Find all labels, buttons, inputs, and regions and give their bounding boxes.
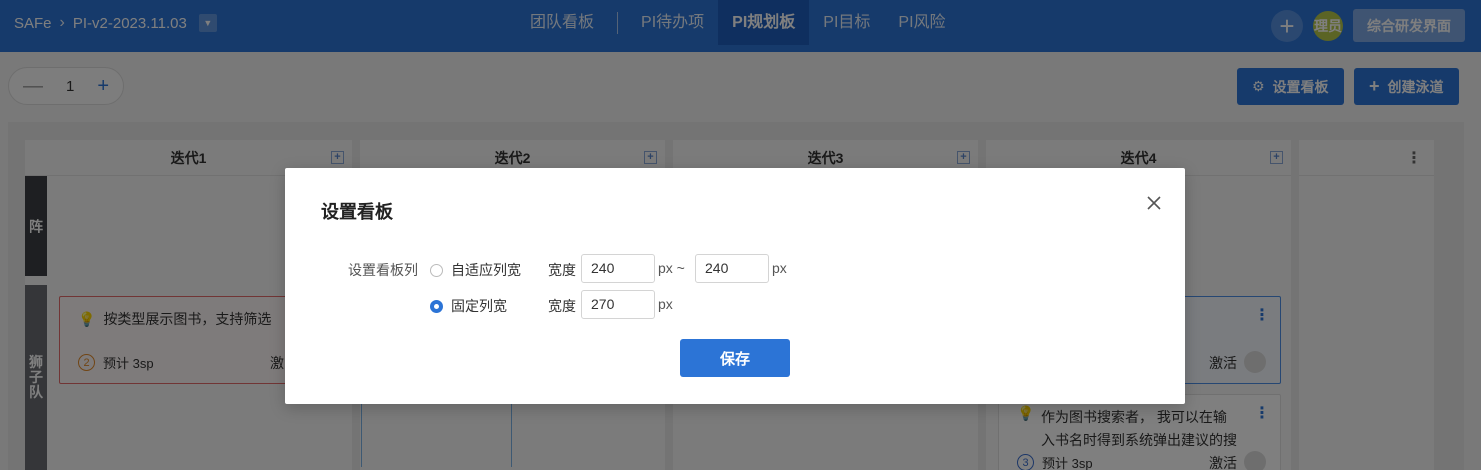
adaptive-min-width-input[interactable]: 240 bbox=[581, 254, 655, 283]
option-fixed[interactable]: 固定列宽 bbox=[430, 296, 507, 316]
save-button[interactable]: 保存 bbox=[680, 339, 790, 377]
unit-range: px ~ bbox=[658, 260, 685, 276]
option-adaptive-label[interactable]: 自适应列宽 bbox=[451, 260, 521, 280]
columns-setting-label: 设置看板列 bbox=[348, 262, 418, 278]
settings-board-dialog: 设置看板 设置看板列 自适应列宽 宽度 240 px ~ 240 px 固定列宽… bbox=[285, 168, 1185, 404]
radio-adaptive[interactable] bbox=[430, 263, 443, 277]
unit-px: px bbox=[658, 296, 673, 312]
width-label: 宽度 bbox=[548, 298, 576, 314]
adaptive-max-width-input[interactable]: 240 bbox=[695, 254, 769, 283]
width-label: 宽度 bbox=[548, 262, 576, 278]
close-icon[interactable] bbox=[1145, 194, 1163, 212]
option-adaptive[interactable]: 自适应列宽 bbox=[430, 260, 521, 280]
dialog-title: 设置看板 bbox=[321, 202, 393, 222]
radio-fixed[interactable] bbox=[430, 299, 443, 313]
fixed-width-input[interactable]: 270 bbox=[581, 290, 655, 319]
unit-px: px bbox=[772, 260, 787, 276]
option-fixed-label[interactable]: 固定列宽 bbox=[451, 296, 507, 316]
